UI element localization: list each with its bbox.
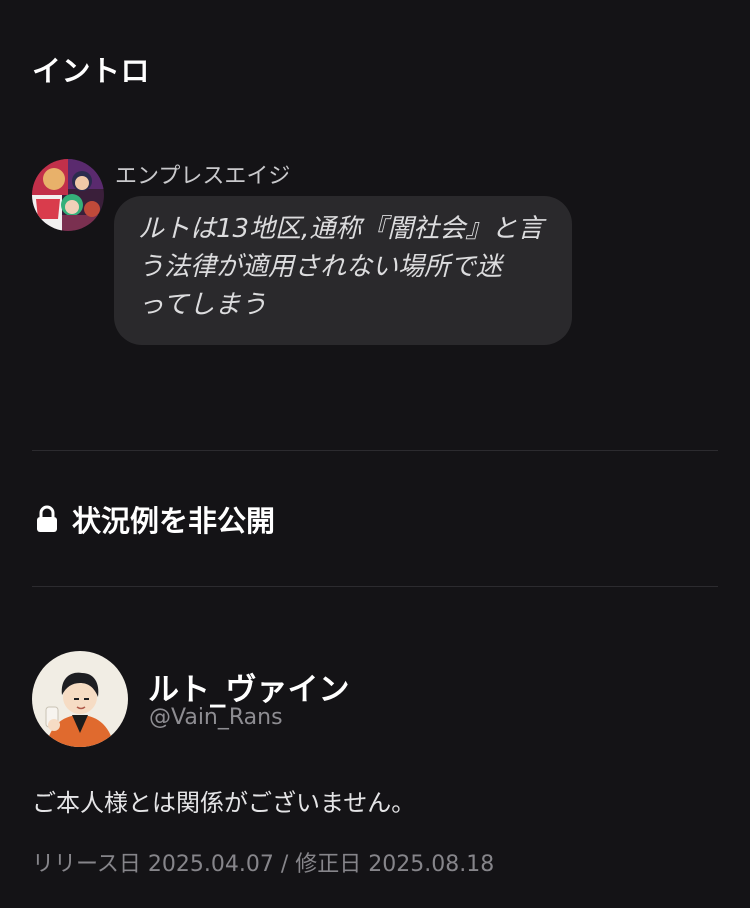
creator-name[interactable]: ルト_ヴァイン [148,664,350,709]
intro-message-line: ルトは13地区,通称『闇社会』と言 [138,214,544,244]
speaker-avatar[interactable] [32,159,104,231]
release-dates: リリース日 2025.04.07 / 修正日 2025.08.18 [32,852,495,877]
speaker-name: エンプレスエイジ [115,164,291,189]
divider [32,450,718,451]
creator-avatar[interactable] [32,651,128,747]
creator-handle[interactable]: @Vain_Rans [149,705,283,730]
lock-icon [34,504,60,534]
intro-title: イントロ [32,54,151,88]
disclaimer-text: ご本人様とは関係がございません。 [32,789,416,817]
intro-message-text: ルトは13地区,通称『闇社会』と言 う法律が適用されない場所で迷 ってしまう [138,210,550,324]
speaker-avatar-image [32,159,104,231]
intro-message-line: ってしまう [138,290,267,320]
intro-message-line: う法律が適用されない場所で迷 [138,252,503,282]
creator-avatar-image [32,651,128,747]
divider [32,586,718,587]
private-situations-label: 状況例を非公開 [72,504,276,538]
private-situations-row: 状況例を非公開 [34,499,275,539]
intro-message-bubble: ルトは13地区,通称『闇社会』と言 う法律が適用されない場所で迷 ってしまう [114,196,572,345]
